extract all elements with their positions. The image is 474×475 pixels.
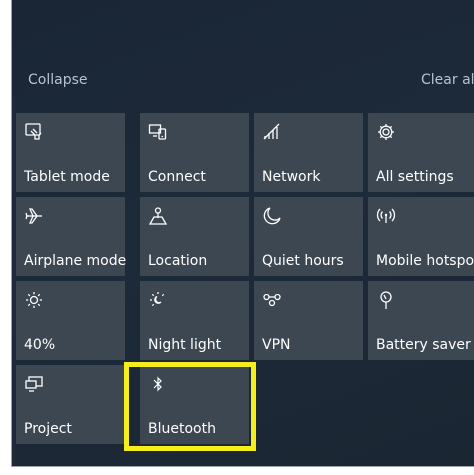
tile-brightness[interactable]: 40% — [16, 281, 125, 360]
night-light-icon — [148, 290, 168, 310]
tile-label: Network — [262, 169, 321, 185]
tile-label: Night light — [148, 337, 222, 353]
tile-mobile-hotspot[interactable]: Mobile hotspot — [368, 197, 474, 276]
network-icon — [262, 122, 282, 142]
tile-label: Project — [24, 421, 72, 437]
brightness-icon — [24, 290, 44, 310]
tile-tablet-mode[interactable]: Tablet mode — [16, 113, 125, 192]
gear-icon — [376, 122, 396, 142]
tile-label: Battery saver — [376, 337, 471, 353]
tile-night-light[interactable]: Night light — [140, 281, 249, 360]
tile-all-settings[interactable]: All settings — [368, 113, 474, 192]
clear-all-link[interactable]: Clear al — [421, 72, 474, 88]
tile-battery-saver[interactable]: Battery saver — [368, 281, 474, 360]
tile-location[interactable]: Location — [140, 197, 249, 276]
vpn-icon — [262, 290, 282, 310]
tile-label: Connect — [148, 169, 206, 185]
tile-connect[interactable]: Connect — [140, 113, 249, 192]
tile-network[interactable]: Network — [254, 113, 363, 192]
tile-airplane-mode[interactable]: Airplane mode — [16, 197, 127, 276]
tile-project[interactable]: Project — [16, 365, 125, 444]
collapse-link[interactable]: Collapse — [28, 72, 88, 88]
bluetooth-icon — [148, 374, 168, 394]
tile-label: Quiet hours — [262, 253, 344, 269]
tile-bluetooth[interactable]: Bluetooth — [140, 365, 249, 444]
tile-vpn[interactable]: VPN — [254, 281, 363, 360]
hotspot-icon — [376, 206, 396, 226]
moon-icon — [262, 206, 282, 226]
tile-label: 40% — [24, 337, 56, 353]
tile-label: Mobile hotspot — [376, 253, 474, 269]
location-icon — [148, 206, 168, 226]
tile-label: All settings — [376, 169, 454, 185]
action-center-panel: Collapse Clear al Tablet mode Connect Ne… — [11, 0, 474, 467]
airplane-icon — [24, 206, 44, 226]
tile-label: Location — [148, 253, 208, 269]
tablet-mode-icon — [24, 122, 44, 142]
tile-label: Bluetooth — [148, 421, 216, 437]
connect-icon — [148, 122, 168, 142]
project-icon — [24, 374, 44, 394]
tile-quiet-hours[interactable]: Quiet hours — [254, 197, 363, 276]
tile-label: Airplane mode — [24, 253, 127, 269]
tile-label: Tablet mode — [24, 169, 110, 185]
battery-saver-icon — [376, 290, 396, 310]
tile-label: VPN — [262, 337, 291, 353]
